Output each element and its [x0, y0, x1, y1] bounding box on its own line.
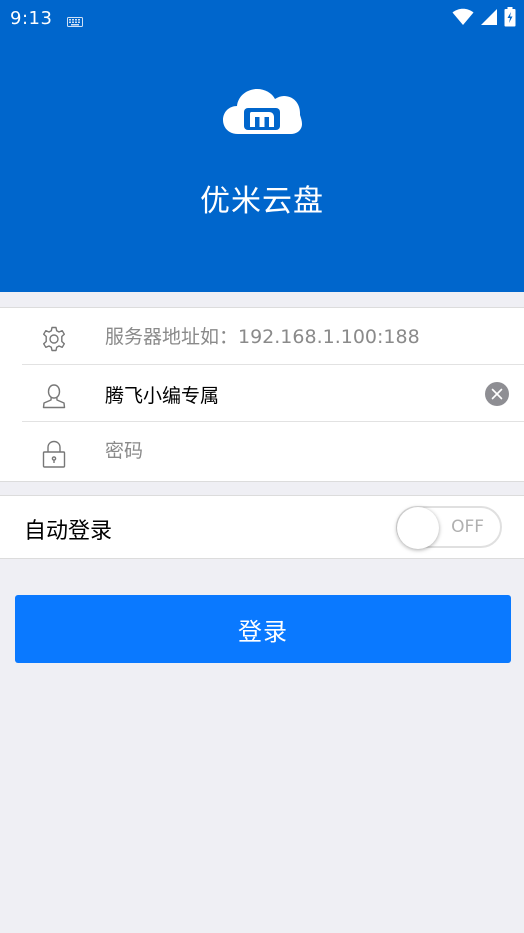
clear-username-button[interactable] [485, 382, 509, 406]
app-title: 优米云盘 [200, 184, 324, 219]
signal-icon [480, 8, 498, 30]
gear-icon [40, 325, 68, 353]
password-row [0, 422, 524, 479]
server-address-input[interactable] [105, 320, 475, 354]
username-row [0, 365, 524, 422]
auto-login-label: 自动登录 [24, 519, 113, 544]
toggle-knob [397, 507, 439, 549]
header-banner: 9:13 优米云盘 [0, 0, 524, 292]
battery-icon [504, 7, 516, 31]
cloud-m-logo-icon [222, 84, 302, 136]
lock-icon [40, 439, 68, 468]
auto-login-toggle[interactable]: OFF [396, 506, 502, 549]
login-form [0, 307, 524, 482]
status-bar: 9:13 [0, 0, 524, 36]
auto-login-row: 自动登录 OFF [0, 495, 524, 559]
status-time: 9:13 [10, 8, 53, 29]
server-row [0, 308, 524, 365]
wifi-icon [452, 8, 474, 30]
login-button[interactable]: 登录 [15, 595, 511, 663]
toggle-state-label: OFF [451, 517, 484, 537]
user-icon [40, 382, 68, 410]
status-icons [452, 7, 516, 31]
close-icon [491, 385, 503, 404]
keyboard-icon [67, 12, 83, 31]
username-input[interactable] [105, 377, 475, 411]
password-input[interactable] [105, 434, 475, 468]
